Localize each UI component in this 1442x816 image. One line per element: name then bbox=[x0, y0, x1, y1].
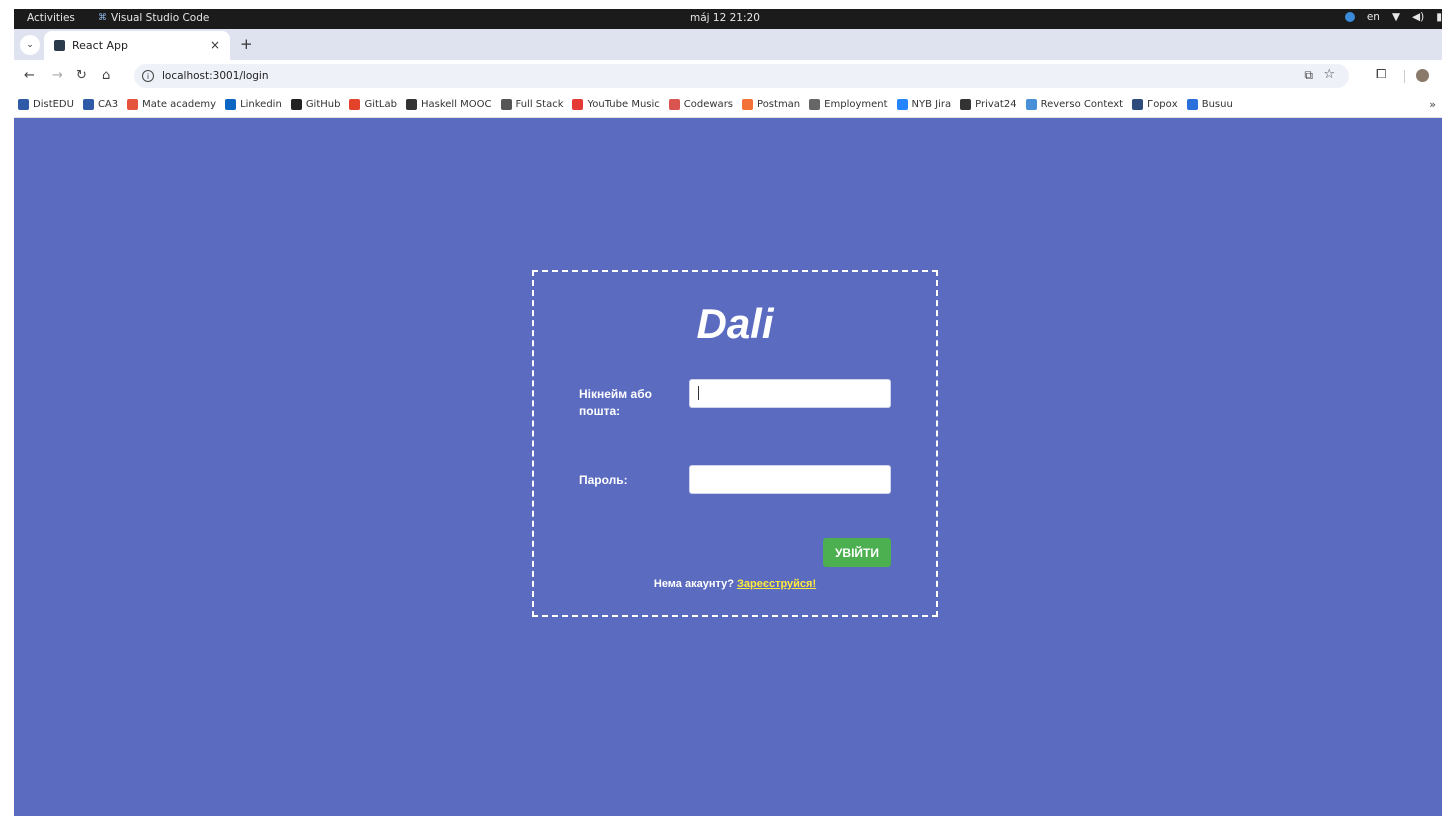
browser-tab-strip: ⌄ React App × + bbox=[14, 29, 1442, 60]
login-button[interactable]: УВІЙТИ bbox=[823, 538, 891, 567]
keyboard-layout[interactable]: en bbox=[1367, 11, 1380, 23]
nick-input[interactable] bbox=[689, 379, 891, 408]
bookmark-favicon-icon bbox=[225, 99, 237, 110]
login-page: Dali Нікнейм або пошта: Пароль: УВІЙТИ Н… bbox=[14, 118, 1442, 816]
bookmark-label: GitHub bbox=[305, 99, 341, 110]
left-margin bbox=[0, 0, 14, 816]
tab-title: React App bbox=[72, 39, 129, 52]
address-bar[interactable]: i localhost:3001/login ⧉ ☆ bbox=[134, 64, 1349, 88]
bookmark-star-icon[interactable]: ☆ bbox=[1323, 67, 1335, 82]
bookmark-item[interactable]: GitHub bbox=[290, 99, 341, 110]
vscode-icon: ⌘ bbox=[98, 13, 107, 23]
bookmark-label: DistEDU bbox=[33, 99, 74, 110]
bookmark-favicon-icon bbox=[82, 99, 94, 110]
forward-arrow-icon[interactable]: → bbox=[52, 68, 63, 83]
password-input[interactable] bbox=[689, 465, 891, 494]
no-account-text: Нема акаунту? bbox=[653, 578, 734, 590]
bookmark-favicon-icon bbox=[1025, 99, 1037, 110]
profile-avatar[interactable] bbox=[1416, 69, 1429, 82]
bookmark-item[interactable]: Codewars bbox=[668, 99, 734, 110]
bookmark-item[interactable]: Busuu bbox=[1186, 99, 1233, 110]
bookmark-label: Employment bbox=[824, 99, 888, 110]
bookmark-label: Privat24 bbox=[975, 99, 1017, 110]
reload-icon[interactable]: ↻ bbox=[76, 68, 87, 83]
clock[interactable]: máj 12 21:20 bbox=[690, 12, 760, 24]
bookmark-favicon-icon bbox=[572, 99, 584, 110]
bookmark-favicon-icon bbox=[18, 99, 29, 110]
bookmark-item[interactable]: GitLab bbox=[349, 99, 397, 110]
bookmark-favicon-icon bbox=[809, 99, 821, 110]
bookmark-label: Горох bbox=[1147, 99, 1178, 110]
home-icon[interactable]: ⌂ bbox=[102, 68, 110, 83]
back-arrow-icon[interactable]: ← bbox=[24, 68, 35, 83]
bookmark-item[interactable]: DistEDU bbox=[18, 99, 74, 110]
bookmark-favicon-icon bbox=[405, 99, 417, 110]
brand-title: Dali bbox=[696, 300, 774, 347]
bookmarks-overflow-button[interactable]: » bbox=[1429, 98, 1436, 111]
battery-icon: ▮ bbox=[1436, 11, 1442, 23]
new-tab-button[interactable]: + bbox=[240, 35, 253, 53]
bookmark-label: YouTube Music bbox=[587, 99, 660, 110]
bookmark-item[interactable]: Employment bbox=[809, 99, 888, 110]
bookmark-favicon-icon bbox=[742, 99, 754, 110]
bookmarks-bar: DistEDU CA3 Mate academy Linkedin GitHub GitL… bbox=[14, 92, 1442, 118]
bookmark-label: CA3 bbox=[97, 99, 119, 110]
bookmark-label: Busuu bbox=[1201, 99, 1233, 110]
bookmark-item[interactable]: CA3 bbox=[82, 99, 119, 110]
login-form: Dali Нікнейм або пошта: Пароль: УВІЙТИ Н… bbox=[532, 270, 938, 617]
bookmark-favicon-icon bbox=[1132, 99, 1144, 110]
bookmark-item[interactable]: Privat24 bbox=[960, 99, 1017, 110]
chrome-indicator-icon[interactable] bbox=[1344, 12, 1355, 22]
bookmark-favicon-icon bbox=[896, 99, 908, 110]
bookmark-favicon-icon bbox=[349, 99, 361, 110]
site-info-icon[interactable]: i bbox=[142, 70, 154, 82]
no-account-line: Нема акаунту? Зареєструйся! bbox=[534, 578, 936, 590]
system-tray[interactable]: en ▼ ◀) ▮ bbox=[1344, 11, 1442, 23]
bookmark-label: GitLab bbox=[364, 99, 397, 110]
bookmark-item[interactable]: Postman bbox=[742, 99, 800, 110]
bookmark-label: Linkedin bbox=[240, 99, 282, 110]
extensions-puzzle-icon[interactable]: ⧠ bbox=[1376, 67, 1386, 82]
bookmark-favicon-icon bbox=[668, 99, 680, 110]
text-caret bbox=[698, 386, 699, 400]
bookmark-label: Haskell MOOC bbox=[420, 99, 492, 110]
browser-toolbar: ← → ↻ ⌂ i localhost:3001/login ⧉ ☆ ⧠ ⋮ bbox=[14, 60, 1442, 92]
bookmark-favicon-icon bbox=[960, 99, 972, 110]
bookmark-label: Postman bbox=[757, 99, 801, 110]
bookmark-item[interactable]: Full Stack bbox=[500, 99, 564, 110]
bookmark-label: Full Stack bbox=[515, 99, 564, 110]
bookmark-label: NYB Jira bbox=[911, 99, 952, 110]
activities-button[interactable]: Activities bbox=[27, 12, 75, 24]
install-app-icon[interactable]: ⧉ bbox=[1304, 68, 1313, 83]
bookmark-item[interactable]: NYB Jira bbox=[896, 99, 952, 110]
bookmark-favicon-icon bbox=[127, 99, 139, 110]
bookmark-item[interactable]: Haskell MOOC bbox=[405, 99, 492, 110]
password-label: Пароль: bbox=[579, 473, 628, 487]
register-link[interactable]: Зареєструйся! bbox=[737, 578, 816, 590]
bookmark-item[interactable]: Горох bbox=[1132, 99, 1178, 110]
bookmark-item[interactable]: Mate academy bbox=[127, 99, 216, 110]
bookmark-favicon-icon bbox=[500, 99, 512, 110]
bookmark-label: Codewars bbox=[683, 99, 734, 110]
os-top-bar: Activities ⌘ Visual Studio Code máj 12 2… bbox=[14, 9, 1442, 29]
volume-icon: ◀) bbox=[1412, 11, 1425, 23]
tab-close-icon[interactable]: × bbox=[210, 38, 220, 52]
bookmark-item[interactable]: Linkedin bbox=[225, 99, 282, 110]
bookmark-label: Reverso Context bbox=[1040, 99, 1124, 110]
active-app-name: Visual Studio Code bbox=[111, 12, 210, 24]
bookmark-favicon-icon bbox=[1186, 99, 1198, 110]
bookmark-favicon-icon bbox=[290, 99, 302, 110]
react-app-favicon-icon bbox=[54, 40, 65, 51]
bookmark-label: Mate academy bbox=[142, 99, 217, 110]
active-app-indicator[interactable]: ⌘ Visual Studio Code bbox=[98, 12, 209, 24]
bookmark-item[interactable]: Reverso Context bbox=[1025, 99, 1124, 110]
bookmark-item[interactable]: YouTube Music bbox=[572, 99, 660, 110]
nick-label: Нікнейм або пошта: bbox=[579, 387, 652, 418]
tab-react-app[interactable]: React App × bbox=[44, 31, 230, 60]
wifi-icon: ▼ bbox=[1391, 11, 1401, 23]
tab-search-chevron-icon[interactable]: ⌄ bbox=[20, 35, 40, 55]
url-text[interactable]: localhost:3001/login bbox=[162, 70, 269, 82]
toolbar-divider bbox=[1404, 70, 1405, 83]
